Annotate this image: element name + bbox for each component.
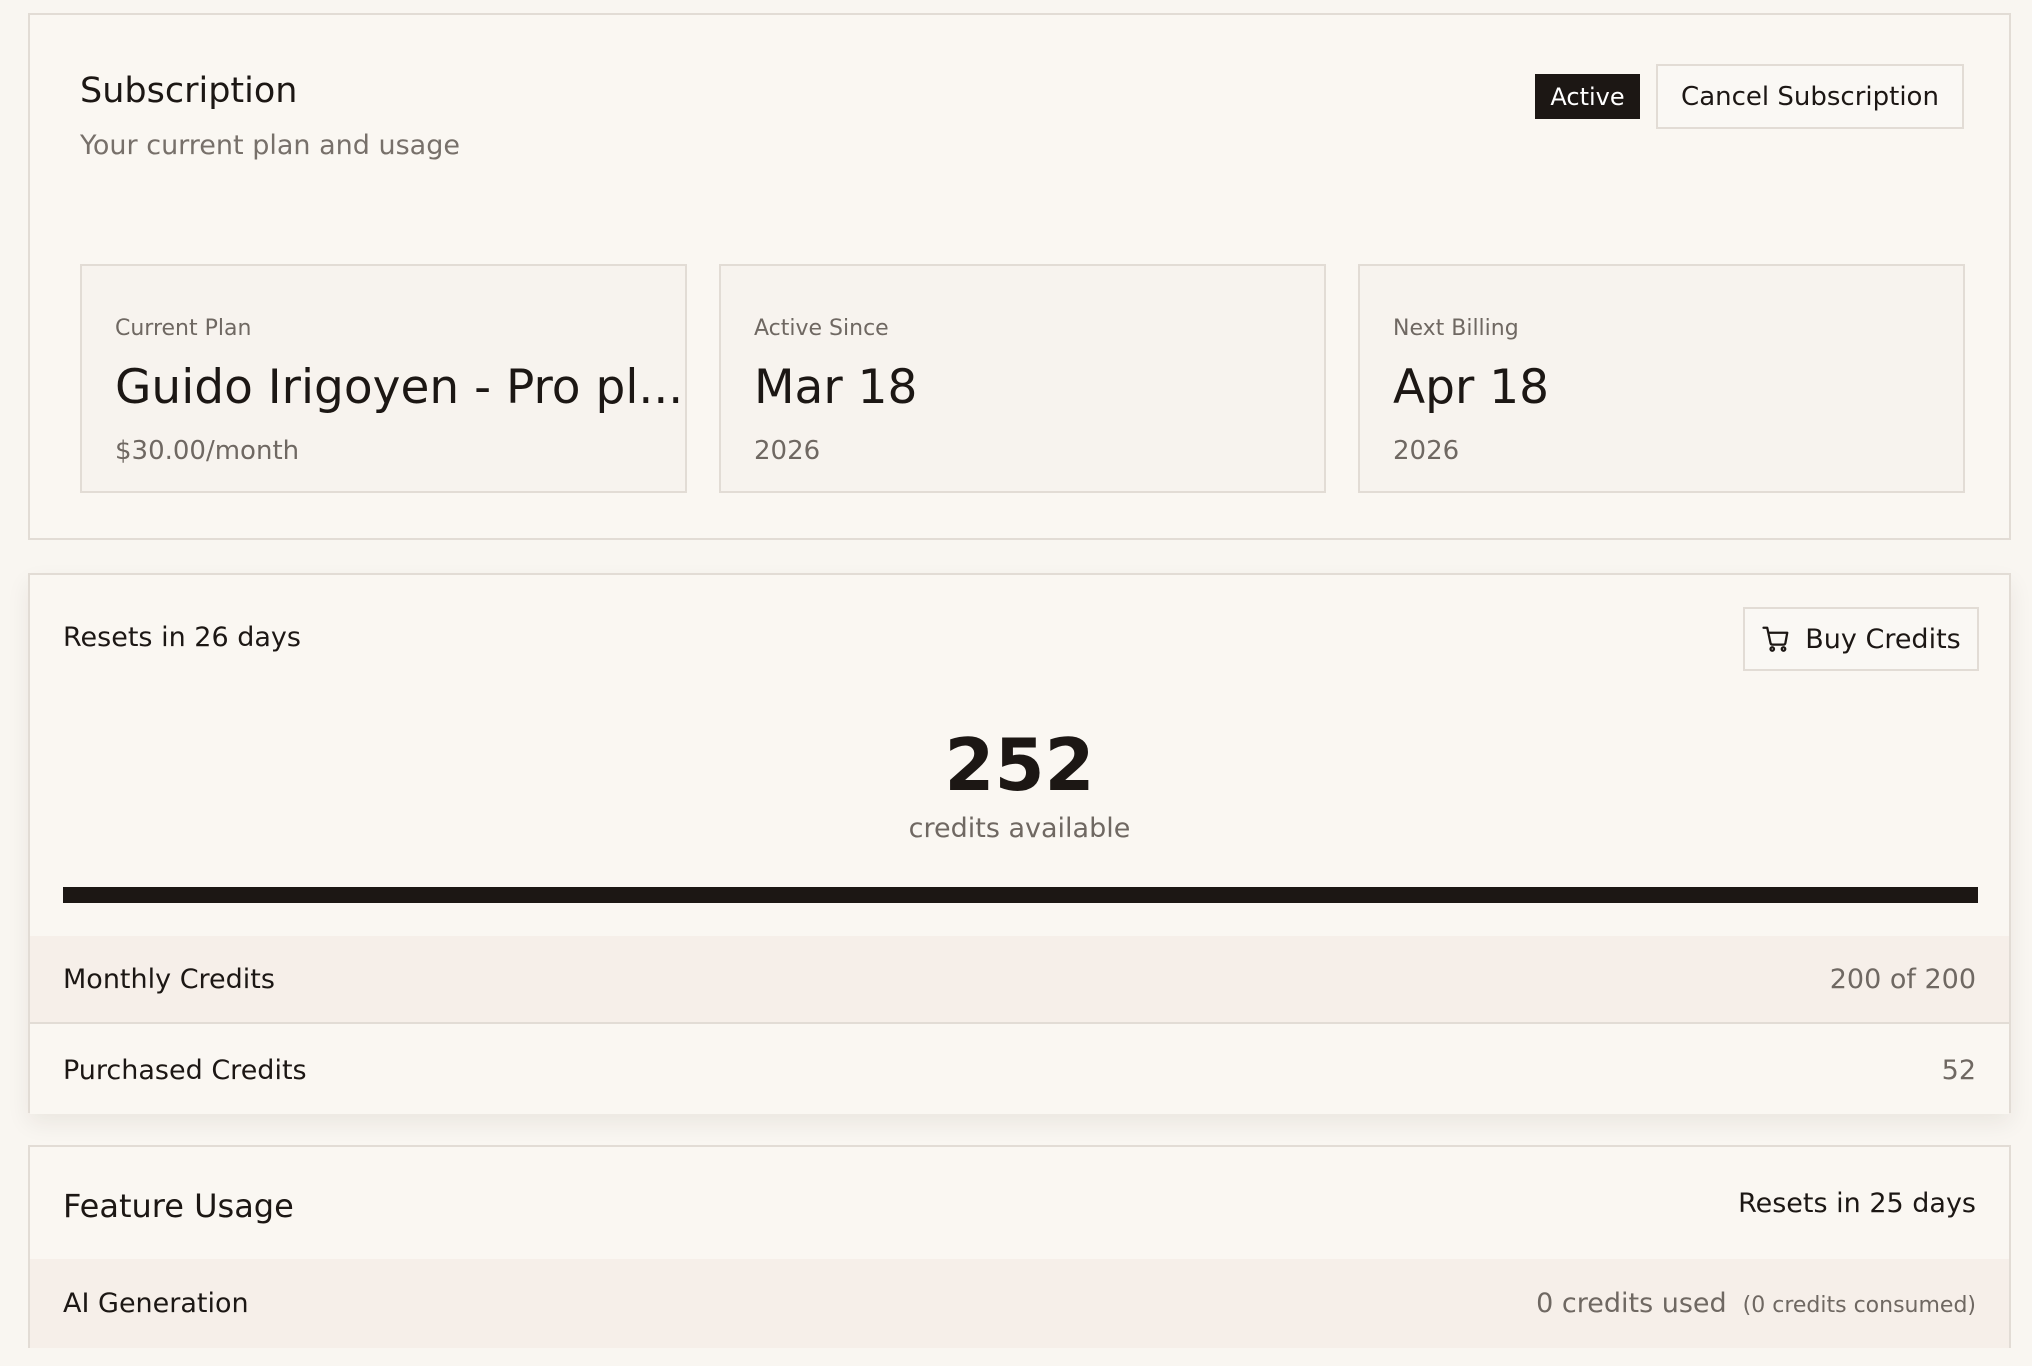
subscription-title: Subscription [80,71,298,111]
buy-credits-label: Buy Credits [1805,623,1961,655]
credits-card: Resets in 26 days Buy Credits 252 credit… [28,573,2011,1114]
row-value: 200 of 200 [1829,963,1976,995]
stat-subtext: 2026 [1393,436,1460,466]
status-badge: Active [1535,74,1640,119]
subscription-card: Subscription Your current plan and usage… [28,13,2011,540]
feature-usage-title: Feature Usage [63,1187,294,1225]
buy-credits-button[interactable]: Buy Credits [1743,607,1979,671]
row-value: 52 [1941,1054,1976,1086]
stat-label: Current Plan [115,316,252,341]
credits-progress-fill [63,887,1978,903]
credits-progress-bar [63,887,1978,903]
stat-label: Next Billing [1393,316,1519,341]
subscription-subtitle: Your current plan and usage [80,130,460,161]
cart-icon [1761,624,1791,654]
credits-consumed-text: (0 credits consumed) [1742,1293,1976,1318]
stat-value: Apr 18 [1393,360,1550,415]
stat-label: Active Since [754,316,889,341]
feature-label: AI Generation [63,1288,249,1319]
purchased-credits-row: Purchased Credits 52 [30,1026,2009,1114]
feature-row-ai-generation: AI Generation 0 credits used (0 credits … [30,1259,2009,1348]
feature-usage-card: Feature Usage Resets in 25 days AI Gener… [28,1145,2011,1348]
feature-reset-text: Resets in 25 days [1738,1188,1976,1219]
stat-value: Mar 18 [754,360,918,415]
stat-value: Guido Irigoyen - Pro pl... [115,360,684,415]
monthly-credits-row: Monthly Credits 200 of 200 [30,936,2009,1024]
stat-subtext: $30.00/month [115,436,300,466]
credits-available-number: 252 [944,723,1095,807]
stat-subtext: 2026 [754,436,821,466]
active-since-box: Active Since Mar 18 2026 [719,264,1326,493]
credits-used-text: 0 credits used [1536,1288,1727,1319]
next-billing-box: Next Billing Apr 18 2026 [1358,264,1965,493]
cancel-subscription-button[interactable]: Cancel Subscription [1656,64,1964,129]
credits-available-label: credits available [908,813,1131,844]
credits-reset-text: Resets in 26 days [63,622,301,653]
feature-usage-values: 0 credits used (0 credits consumed) [1536,1288,1976,1319]
row-label: Purchased Credits [63,1054,307,1086]
current-plan-box: Current Plan Guido Irigoyen - Pro pl... … [80,264,687,493]
row-label: Monthly Credits [63,963,275,995]
